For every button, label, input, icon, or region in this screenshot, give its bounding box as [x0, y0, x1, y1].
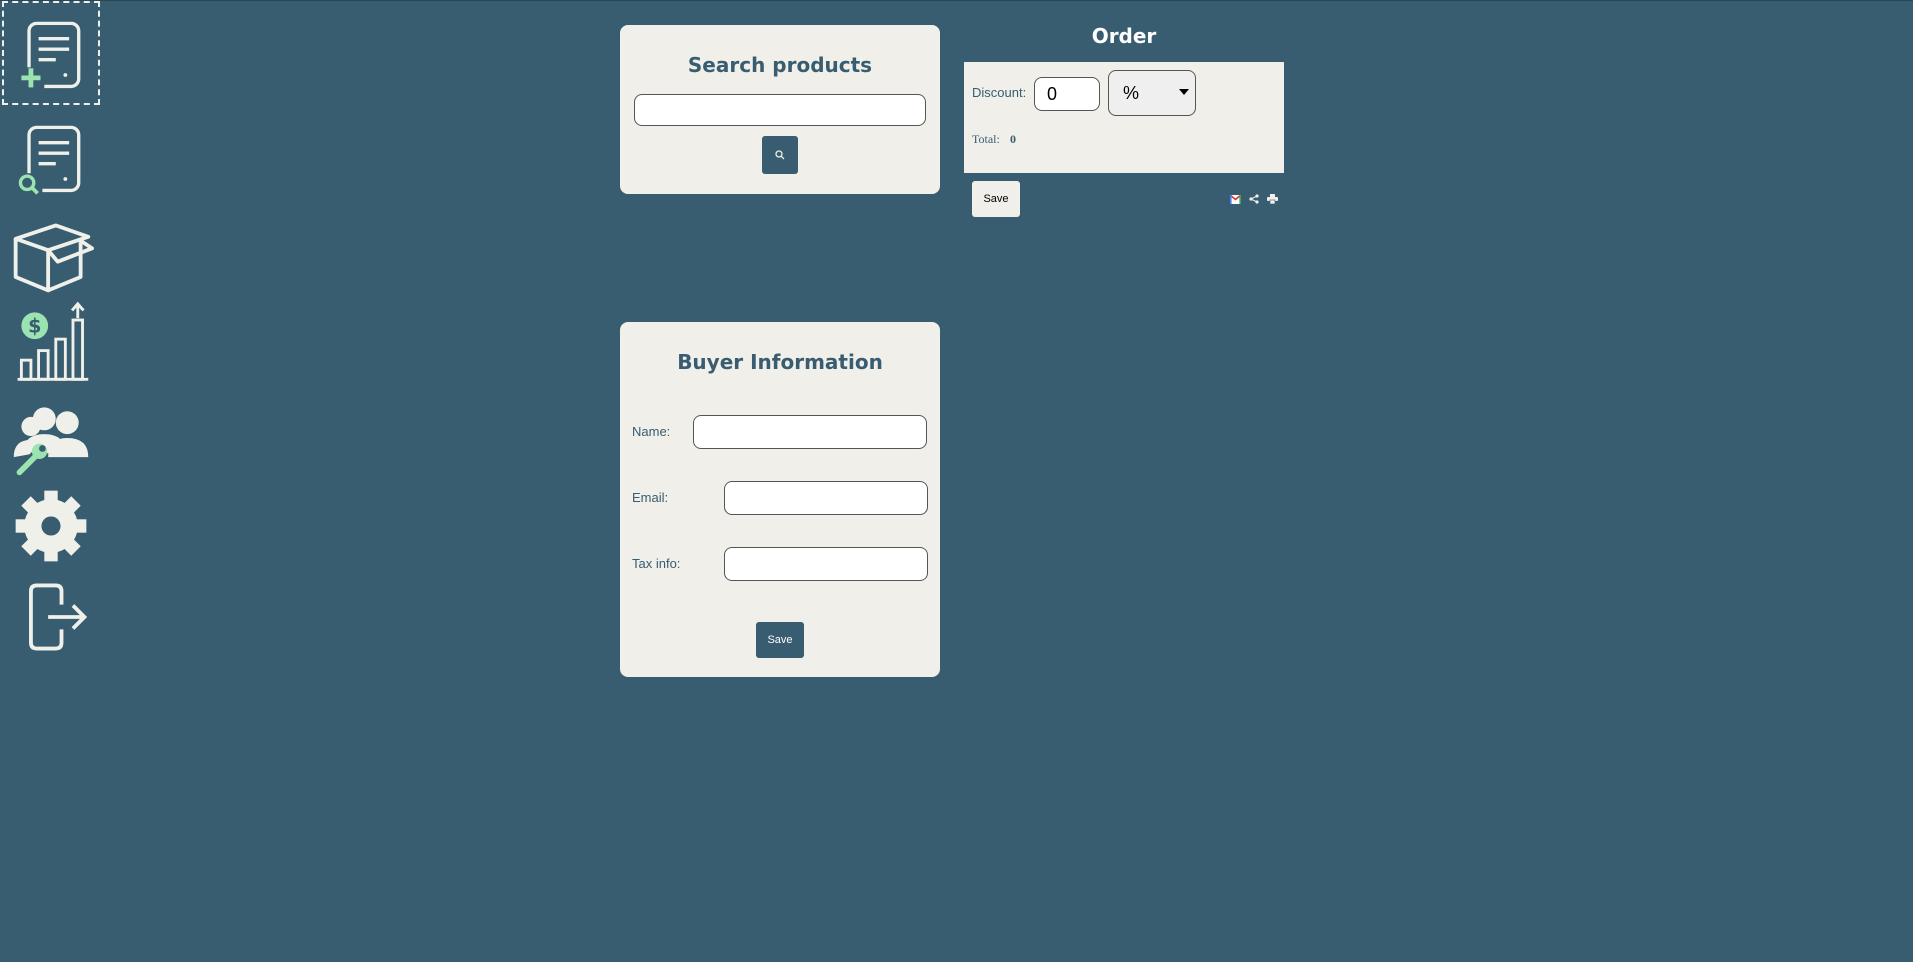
nav-new-order[interactable] [2, 1, 100, 105]
new-document-icon [17, 21, 81, 91]
search-documents-icon [15, 125, 81, 197]
email-field[interactable] [724, 481, 928, 515]
chevron-down-icon [1179, 89, 1189, 95]
search-products-title: Search products [687, 53, 873, 77]
total-label: Total: [972, 132, 1000, 146]
nav-search-orders[interactable] [2, 105, 100, 209]
tax-info-label: Tax info: [632, 556, 681, 571]
order-save-button[interactable]: Save [972, 181, 1020, 217]
search-icon [775, 150, 785, 160]
print-icon[interactable] [1267, 194, 1278, 204]
nav-settings[interactable] [2, 474, 100, 578]
total-value: 0 [1010, 132, 1016, 146]
sales-chart-icon: $ [17, 301, 89, 381]
share-icon[interactable] [1249, 194, 1259, 204]
buyer-save-button[interactable]: Save [756, 622, 804, 658]
discount-type-value: % [1123, 83, 1140, 103]
tax-info-field[interactable] [724, 547, 928, 581]
nav-sales[interactable]: $ [2, 290, 100, 394]
top-border [0, 0, 1913, 1]
products-box-icon [13, 223, 94, 293]
svg-text:$: $ [28, 314, 41, 337]
order-actions [1230, 192, 1278, 206]
nav-logout[interactable] [2, 565, 100, 669]
gmail-icon[interactable] [1230, 194, 1241, 204]
search-button[interactable] [762, 136, 798, 174]
discount-input[interactable]: 0 [1034, 77, 1100, 111]
users-admin-icon [11, 407, 89, 480]
order-panel: Discount: 0 % Total: 0 [964, 62, 1284, 173]
name-field[interactable] [693, 415, 927, 449]
sidebar: $ [0, 0, 104, 962]
search-input[interactable] [634, 94, 926, 126]
buyer-information-card: Buyer Information Name: Email: Tax info:… [620, 322, 940, 677]
logout-icon [29, 583, 88, 651]
buyer-information-title: Buyer Information [677, 350, 883, 374]
discount-type-select[interactable]: % [1108, 70, 1196, 116]
order-title: Order [1091, 24, 1157, 48]
email-label: Email: [632, 490, 669, 505]
discount-label: Discount: [972, 85, 1027, 100]
name-label: Name: [632, 424, 671, 439]
search-products-card: Search products [620, 25, 940, 194]
gear-icon [15, 490, 87, 562]
